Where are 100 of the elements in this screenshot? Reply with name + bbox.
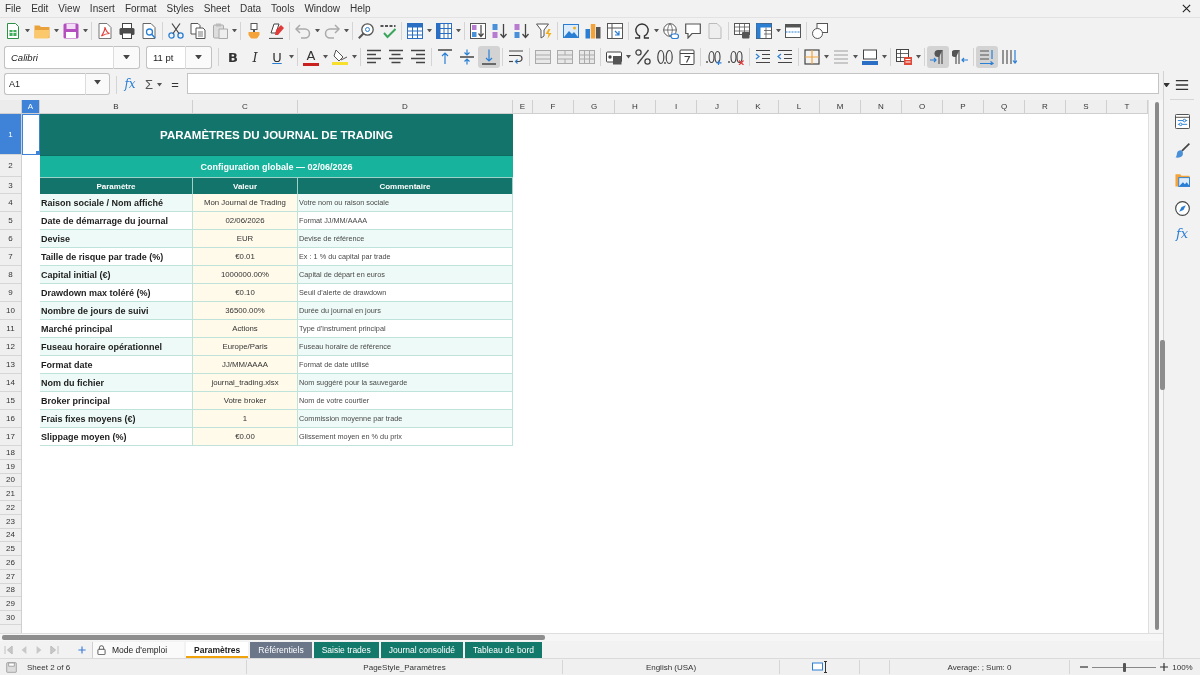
caret-icon[interactable] <box>352 55 357 59</box>
wrap-text-icon[interactable] <box>508 49 524 65</box>
paintbrush-icon[interactable] <box>246 22 262 39</box>
row-header[interactable]: 28 <box>0 583 21 598</box>
row-header[interactable]: 1 <box>0 114 21 155</box>
caret-icon[interactable] <box>344 28 349 33</box>
decrease-indent-icon[interactable] <box>777 49 793 65</box>
row-header[interactable]: 24 <box>0 528 21 543</box>
column-header[interactable]: P <box>943 100 984 114</box>
row-header[interactable]: 16 <box>0 410 21 428</box>
copy-icon[interactable] <box>190 22 206 39</box>
font-name-field[interactable]: Calibri <box>4 45 114 69</box>
selection-mode-icon[interactable] <box>811 661 828 673</box>
caret-icon[interactable] <box>323 55 328 59</box>
printer-icon[interactable] <box>119 22 135 39</box>
italic-button[interactable]: I <box>244 46 266 68</box>
row-header[interactable]: 10 <box>0 302 21 320</box>
sum-button[interactable]: Σ <box>142 73 156 95</box>
column-header[interactable]: Q <box>984 100 1025 114</box>
row-header[interactable]: 3 <box>0 177 21 194</box>
menu-item[interactable]: Sheet <box>198 1 235 16</box>
caret-icon[interactable] <box>232 28 237 33</box>
column-header[interactable]: F <box>533 100 574 114</box>
caret-icon[interactable] <box>25 28 30 33</box>
table-rows-icon[interactable] <box>407 22 423 39</box>
paragraph-ltr-button[interactable] <box>927 46 949 68</box>
sort-descending-icon[interactable] <box>514 22 530 39</box>
row-header[interactable]: 5 <box>0 212 21 230</box>
sliders-icon[interactable] <box>1174 114 1190 129</box>
paintbrush-icon[interactable] <box>1174 143 1190 158</box>
column-header[interactable]: O <box>902 100 943 114</box>
bar-chart-icon[interactable] <box>585 22 601 39</box>
functions-button[interactable]: fx <box>1175 226 1189 242</box>
row-header[interactable]: 22 <box>0 501 21 515</box>
image-icon[interactable] <box>563 22 579 39</box>
sheet-tab[interactable]: Saisie trades <box>313 641 379 658</box>
globe-link-icon[interactable] <box>663 22 679 39</box>
row-header[interactable]: 19 <box>0 459 21 474</box>
zoom-slider[interactable] <box>1092 662 1156 672</box>
caret-icon[interactable] <box>853 55 858 59</box>
plus-icon[interactable] <box>1160 663 1168 671</box>
shapes-icon[interactable] <box>812 22 828 39</box>
sort-icon[interactable] <box>470 22 486 39</box>
row-header[interactable]: 4 <box>0 194 21 212</box>
number-format-icon[interactable] <box>657 49 673 65</box>
column-header[interactable]: T <box>1107 100 1148 114</box>
scrollbar-thumb[interactable] <box>2 635 545 640</box>
caret-icon[interactable] <box>626 55 631 59</box>
caret-icon[interactable] <box>427 28 432 33</box>
delete-decimal-icon[interactable] <box>728 49 744 65</box>
border-color-icon[interactable] <box>862 49 878 65</box>
menu-item[interactable]: Styles <box>161 1 199 16</box>
pdf-document-icon[interactable] <box>97 22 113 39</box>
row-header[interactable]: 17 <box>0 428 21 446</box>
underline-button[interactable]: U <box>266 46 288 68</box>
search-icon[interactable] <box>358 22 374 39</box>
sheet-tab[interactable]: Tableau de bord <box>465 641 542 658</box>
function-wizard-button[interactable]: fx <box>121 73 139 95</box>
column-header[interactable]: A <box>22 100 40 114</box>
dropdown-button[interactable] <box>186 45 212 69</box>
filter-icon[interactable] <box>536 22 552 39</box>
column-header[interactable]: D <box>298 100 513 114</box>
row-header[interactable]: 6 <box>0 230 21 248</box>
eraser-icon[interactable] <box>268 22 284 39</box>
row-header[interactable]: 12 <box>0 338 21 356</box>
caret-icon[interactable] <box>289 55 294 59</box>
dropdown-button[interactable] <box>114 45 140 69</box>
minus-icon[interactable] <box>1080 663 1088 671</box>
column-header[interactable]: J <box>697 100 738 114</box>
menu-item[interactable]: Data <box>234 1 267 16</box>
borders-icon[interactable] <box>804 49 820 65</box>
add-decimal-icon[interactable] <box>706 49 722 65</box>
clipboard-icon[interactable] <box>212 22 228 39</box>
caret-icon[interactable] <box>882 55 887 59</box>
page-style[interactable]: PageStyle_Paramètres <box>363 662 446 672</box>
menu-item[interactable]: Edit <box>26 1 54 16</box>
slider-thumb[interactable] <box>1122 662 1126 672</box>
freeze-panes-icon[interactable] <box>756 22 772 39</box>
row-header[interactable]: 2 <box>0 155 21 177</box>
row-header[interactable]: 15 <box>0 392 21 410</box>
row-header[interactable]: 20 <box>0 473 21 488</box>
table-columns-icon[interactable] <box>436 22 452 39</box>
font-size-field[interactable]: 11 pt <box>146 45 186 69</box>
column-header[interactable]: S <box>1066 100 1107 114</box>
menu-item[interactable]: Window <box>299 1 345 16</box>
menu-item[interactable]: File <box>0 1 27 16</box>
column-header[interactable]: R <box>1025 100 1066 114</box>
percent-icon[interactable] <box>635 49 651 65</box>
menu-item[interactable]: Insert <box>84 1 120 16</box>
column-header[interactable]: H <box>615 100 656 114</box>
font-color-button[interactable]: A <box>303 48 319 66</box>
scissors-icon[interactable] <box>168 22 184 39</box>
merge-cells-icon[interactable] <box>535 49 551 65</box>
caret-icon[interactable] <box>776 28 781 33</box>
row-header[interactable]: 9 <box>0 284 21 302</box>
caret-icon[interactable] <box>54 28 59 33</box>
column-header[interactable]: E <box>513 100 533 114</box>
spreadsheet-document-icon[interactable] <box>5 22 21 39</box>
caret-icon[interactable] <box>157 83 162 87</box>
column-header[interactable]: B <box>40 100 193 114</box>
